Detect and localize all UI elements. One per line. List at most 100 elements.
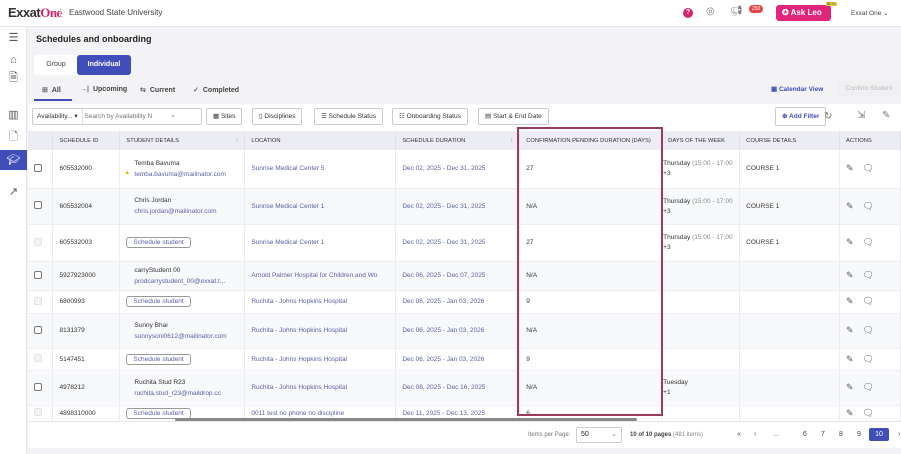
table-row[interactable]: 5147451 Schedule student Ruchita - Johns H… bbox=[28, 348, 901, 371]
search-icon[interactable]: ⌕ bbox=[171, 113, 175, 120]
analytics-icon[interactable]: ▥ bbox=[5, 107, 22, 123]
first-page-button[interactable]: « bbox=[737, 431, 741, 438]
tab-current[interactable]: ⇆ Current bbox=[140, 86, 175, 94]
row-checkbox[interactable] bbox=[34, 201, 42, 209]
page-10-current[interactable]: 10 bbox=[869, 428, 889, 441]
comments-icon[interactable]: 🗨︎ bbox=[863, 163, 874, 173]
toggle-individual[interactable]: Individual bbox=[77, 55, 131, 75]
edit-pencil-icon[interactable]: ✎ bbox=[846, 408, 854, 418]
edit-pencil-icon[interactable]: ✎ bbox=[846, 163, 854, 173]
table-row[interactable]: 6800993 Schedule student Ruchita - Johns H… bbox=[28, 290, 901, 314]
table-row[interactable]: 8131379 Sunny Bhai sunnysoni0612@mailinato… bbox=[28, 313, 901, 349]
sites-filter-button[interactable]: ▦ Sites bbox=[206, 108, 243, 125]
location-link[interactable]: Sunrise Medical Center 1 bbox=[244, 224, 397, 262]
next-page-button[interactable]: › bbox=[898, 431, 900, 438]
column-header[interactable]: SCHEDULE DURATION ↕ bbox=[395, 131, 521, 150]
items-per-page-select[interactable]: 50 ⌄ bbox=[576, 427, 622, 443]
page-6[interactable]: 6 bbox=[803, 431, 807, 438]
location-link[interactable]: Arnold Palmer Hospital for Children and … bbox=[244, 261, 397, 291]
column-header[interactable]: LOCATION bbox=[244, 131, 397, 150]
refresh-icon[interactable]: ↻ bbox=[824, 111, 832, 122]
location-link[interactable]: Sunrise Medical Center 5 bbox=[244, 150, 397, 189]
column-header[interactable]: CONFIRMATION PENDING DURATION (DAYS) bbox=[519, 131, 663, 150]
onboarding-status-filter-button[interactable]: ☷ Onboarding Status bbox=[392, 108, 468, 125]
ask-leo-button[interactable]: ✪ Ask Leo bbox=[776, 5, 831, 21]
disciplines-filter-button[interactable]: ▯ Disciplines bbox=[252, 108, 303, 125]
date-filter-button[interactable]: ▤ Start & End Date bbox=[478, 108, 549, 125]
user-menu[interactable]: Exxat One ⌄ bbox=[851, 9, 889, 17]
schedule-student-button[interactable]: Schedule student bbox=[126, 296, 191, 307]
schedule-student-button[interactable]: Schedule student bbox=[126, 407, 191, 419]
location-link[interactable]: Ruchita - Johns Hopkins Hospital bbox=[244, 348, 397, 371]
document-icon[interactable]: 🗎︎ bbox=[5, 70, 22, 86]
sort-icon[interactable]: ↕ bbox=[235, 138, 238, 144]
tab-completed[interactable]: ✓ Completed bbox=[193, 86, 239, 94]
table-row[interactable]: 605532000 ▲ Temba Bavuma temba.bavuma@maili… bbox=[28, 150, 901, 189]
column-header[interactable]: STUDENT DETAILS ↕ bbox=[119, 131, 246, 150]
schedules-graduation-icon[interactable]: 🎓︎ bbox=[0, 150, 27, 170]
student-email[interactable]: ruchita.stud_r23@maildrop.cc bbox=[134, 390, 238, 397]
more-days[interactable]: +3 bbox=[663, 244, 733, 251]
table-row[interactable]: 5927923000 carryStudent 00 prodcarrystuden… bbox=[28, 261, 901, 291]
help-icon[interactable]: ? bbox=[683, 8, 693, 18]
edit-pencil-icon[interactable]: ✎ bbox=[846, 296, 854, 306]
comments-icon[interactable]: 🗨︎ bbox=[863, 325, 874, 335]
edit-pencil-icon[interactable]: ✎ bbox=[846, 382, 854, 392]
table-row[interactable]: 605532003 Schedule student Sunrise Medical… bbox=[28, 224, 901, 262]
edit-pencil-icon[interactable]: ✎ bbox=[846, 201, 854, 211]
comments-icon[interactable]: 🗨︎ bbox=[863, 296, 874, 306]
comments-icon[interactable]: 🗨︎ bbox=[863, 201, 874, 211]
megaphone-icon[interactable]: 📢︎ bbox=[730, 6, 743, 17]
toggle-group[interactable]: Group bbox=[36, 55, 76, 75]
exxat-one-logo[interactable]: ExxatOne bbox=[8, 5, 62, 21]
tab-upcoming[interactable]: →| Upcoming bbox=[80, 86, 127, 93]
location-link[interactable]: Ruchita - Johns Hopkins Hospital bbox=[244, 290, 397, 314]
row-checkbox[interactable] bbox=[34, 382, 42, 391]
more-days[interactable]: +3 bbox=[663, 208, 733, 215]
more-days[interactable]: +1 bbox=[663, 389, 733, 396]
edit-pencil-icon[interactable]: ✎ bbox=[846, 270, 854, 280]
row-checkbox[interactable] bbox=[34, 163, 42, 172]
page-9[interactable]: 9 bbox=[857, 431, 861, 438]
confirm-student-button[interactable]: Confirm Student bbox=[838, 81, 900, 97]
tab-all[interactable]: ⊞ All bbox=[42, 86, 61, 94]
comments-icon[interactable]: 🗨︎ bbox=[863, 408, 874, 418]
student-email[interactable]: sunnysoni0612@mailinator.com bbox=[134, 333, 238, 340]
prev-page-button[interactable]: ‹ bbox=[754, 431, 756, 438]
column-header[interactable]: ACTIONS bbox=[839, 131, 901, 150]
home-icon[interactable]: ⌂ bbox=[5, 52, 22, 68]
comments-icon[interactable]: 🗨︎ bbox=[863, 354, 874, 364]
search-input[interactable] bbox=[84, 113, 170, 120]
add-filter-button[interactable]: ⊕ Add Filter bbox=[775, 107, 827, 126]
reports-trend-icon[interactable]: ↗ bbox=[5, 184, 22, 200]
more-days[interactable]: +3 bbox=[663, 170, 733, 177]
table-row[interactable]: 605532004 Chris Jordan chris.jordan@mailin… bbox=[28, 188, 901, 225]
column-header[interactable]: COURSE DETAILS bbox=[739, 131, 841, 150]
edit-pencil-icon[interactable]: ✎ bbox=[846, 325, 854, 335]
location-link[interactable]: Sunrise Medical Center 1 bbox=[244, 188, 397, 225]
sort-icon[interactable]: ↕ bbox=[510, 138, 513, 144]
calendar-view-button[interactable]: ▣ Calendar View bbox=[771, 85, 823, 93]
schedule-student-button[interactable]: Schedule student bbox=[126, 353, 191, 365]
comments-icon[interactable]: 🗨︎ bbox=[863, 270, 874, 280]
page-7[interactable]: 7 bbox=[821, 431, 825, 438]
comments-icon[interactable]: 🗨︎ bbox=[863, 382, 874, 392]
notification-badge[interactable]: 250 bbox=[749, 5, 764, 13]
comments-icon[interactable]: 🗨︎ bbox=[863, 237, 874, 247]
location-link[interactable]: Ruchita - Johns Hopkins Hospital bbox=[244, 313, 397, 349]
menu-icon[interactable]: ☰ bbox=[5, 30, 22, 46]
student-email[interactable]: temba.bavuma@mailinator.com bbox=[134, 171, 238, 178]
edit-pencil-icon[interactable]: ✎ bbox=[846, 354, 854, 364]
column-header[interactable]: DAYS OF THE WEEK bbox=[661, 131, 741, 150]
table-row[interactable]: 4978212 Ruchita Stud R23 ruchita.stud_r23@… bbox=[28, 370, 901, 406]
row-checkbox[interactable] bbox=[34, 325, 42, 334]
settings-wrench-icon[interactable]: ✎ bbox=[882, 110, 890, 121]
student-email[interactable]: chris.jordan@mailinator.com bbox=[134, 208, 238, 215]
student-email[interactable]: prodcarrystudent_00@exxat.t... bbox=[134, 278, 238, 285]
column-header[interactable]: SCHEDULE ID bbox=[52, 131, 121, 150]
location-link[interactable]: Ruchita - Johns Hopkins Hospital bbox=[244, 370, 397, 406]
export-icon[interactable]: ⇲ bbox=[857, 110, 865, 121]
page-8[interactable]: 8 bbox=[839, 431, 843, 438]
search-type-dropdown[interactable]: Availability... ▾ bbox=[33, 109, 83, 124]
support-icon[interactable]: ◎ bbox=[706, 6, 715, 17]
